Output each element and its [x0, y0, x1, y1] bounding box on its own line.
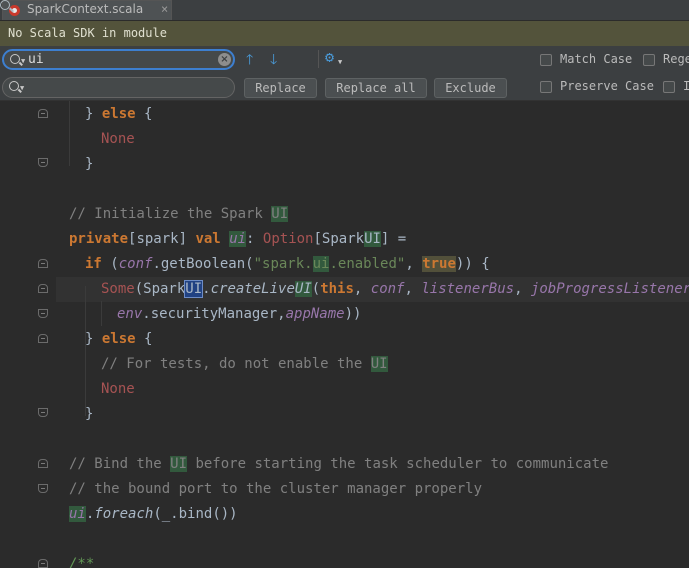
- fold-marker[interactable]: [38, 484, 48, 493]
- settings-dropdown-icon[interactable]: ▼: [338, 58, 342, 66]
- regex-label[interactable]: Rege: [663, 52, 689, 66]
- match-case-checkbox[interactable]: [540, 54, 552, 66]
- fold-marker[interactable]: [38, 559, 48, 568]
- indent-guide: [101, 301, 102, 326]
- editor-gutter: [0, 101, 56, 568]
- fold-marker[interactable]: [38, 284, 48, 293]
- fold-marker[interactable]: [38, 309, 48, 318]
- replace-search-icon[interactable]: [9, 81, 19, 91]
- fold-marker[interactable]: [38, 334, 48, 343]
- code-line: private[spark] val ui: Option[SparkUI] =: [69, 231, 407, 247]
- code-line: // Bind the UI before starting the task …: [69, 456, 609, 472]
- in-selection-label[interactable]: I: [683, 79, 689, 93]
- search-match: UI: [170, 456, 188, 472]
- code-editor[interactable]: } else { None } // Initialize the Spark …: [0, 101, 689, 568]
- search-history-dropdown-icon[interactable]: ▼: [21, 57, 25, 65]
- search-match: ui: [69, 506, 86, 522]
- fold-marker[interactable]: [38, 408, 48, 417]
- replace-button[interactable]: Replace: [244, 78, 317, 98]
- close-tab-icon[interactable]: ×: [161, 2, 168, 16]
- toolbar-separator: [318, 50, 319, 68]
- replace-history-dropdown-icon[interactable]: ▼: [20, 84, 24, 92]
- regex-checkbox[interactable]: [643, 54, 655, 66]
- replace-input[interactable]: ▼: [2, 77, 235, 98]
- search-icon[interactable]: [10, 54, 20, 64]
- search-match: UI: [370, 356, 388, 372]
- no-sdk-notification: No Scala SDK in module: [0, 21, 689, 46]
- indent-guide: [69, 101, 70, 166]
- editor-tab[interactable]: SparkContext.scala ×: [2, 0, 172, 20]
- search-match: UI: [271, 206, 289, 222]
- search-input[interactable]: ▼ ui ×: [2, 49, 235, 70]
- code-line: None: [101, 131, 135, 147]
- code-line: } else {: [85, 106, 153, 122]
- clear-search-icon[interactable]: ×: [218, 53, 231, 66]
- search-match: ui: [312, 256, 330, 272]
- code-line: ui.foreach(_.bind()): [69, 506, 238, 522]
- fold-marker[interactable]: [38, 109, 48, 118]
- code-line: Some(SparkUI.createLiveUI(this, conf, li…: [101, 280, 689, 298]
- code-line: env.securityManager,appName)): [117, 306, 362, 322]
- search-match: UI: [364, 231, 381, 247]
- code-line: }: [85, 156, 94, 172]
- fold-marker[interactable]: [38, 158, 48, 167]
- fold-marker[interactable]: [38, 259, 48, 268]
- code-line: if (conf.getBoolean("spark.ui.enabled", …: [85, 256, 490, 272]
- search-match: UI: [294, 281, 312, 297]
- code-line: /**: [69, 556, 95, 568]
- fold-marker[interactable]: [38, 459, 48, 468]
- previous-occurrence-icon[interactable]: 🡑: [246, 49, 253, 73]
- match-case-label[interactable]: Match Case: [560, 52, 632, 66]
- preserve-case-label[interactable]: Preserve Case: [560, 79, 654, 93]
- code-line: // the bound port to the cluster manager…: [69, 481, 483, 497]
- code-line: // Initialize the Spark UI: [69, 206, 289, 222]
- code-line: None: [101, 381, 135, 397]
- next-occurrence-icon[interactable]: 🡓: [270, 49, 277, 73]
- settings-gear-icon[interactable]: ⚙: [325, 48, 334, 66]
- editor-tab-bar: SparkContext.scala ×: [0, 0, 689, 21]
- selected-search-match: UI: [184, 280, 204, 298]
- notification-text: No Scala SDK in module: [8, 26, 167, 40]
- search-match: ui: [229, 231, 247, 247]
- tab-title: SparkContext.scala: [27, 2, 144, 16]
- code-line: } else {: [85, 331, 153, 347]
- preserve-case-checkbox[interactable]: [540, 81, 552, 93]
- replace-all-button[interactable]: Replace all: [325, 78, 427, 98]
- in-selection-checkbox[interactable]: [663, 81, 675, 93]
- search-input-value[interactable]: ui: [28, 52, 44, 67]
- code-line: }: [85, 406, 94, 422]
- exclude-button[interactable]: Exclude: [434, 78, 507, 98]
- code-line: // For tests, do not enable the UI: [101, 356, 388, 372]
